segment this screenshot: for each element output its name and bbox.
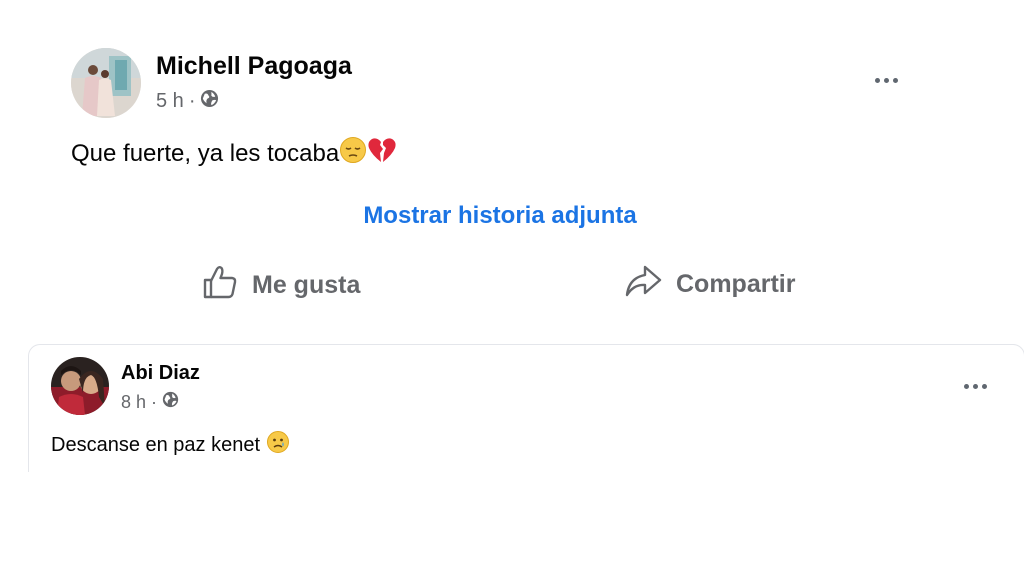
post-text: Que fuerte, ya les tocaba [71, 136, 397, 171]
avatar[interactable] [51, 357, 109, 415]
post-card-michell: Michell Pagoaga 5 h · Que fuerte, ya les… [0, 0, 1024, 330]
globe-icon [162, 391, 179, 413]
pensive-face-icon [339, 136, 367, 171]
post-meta: 5 h · [156, 89, 219, 114]
like-button[interactable]: Me gusta [202, 264, 360, 307]
more-options-icon[interactable] [958, 378, 993, 395]
author-name[interactable]: Abi Diaz [121, 362, 200, 385]
page-background [0, 472, 1024, 576]
post-meta: 8 h · [121, 391, 179, 413]
share-label: Compartir [676, 270, 796, 298]
share-arrow-icon [624, 264, 662, 305]
post-body: Descanse en paz kenet [51, 433, 261, 456]
share-button[interactable]: Compartir [624, 264, 795, 305]
avatar[interactable] [71, 48, 141, 118]
like-label: Me gusta [252, 271, 361, 299]
more-options-icon[interactable] [869, 72, 904, 89]
sad-tear-face-icon [266, 430, 290, 460]
thumbs-up-icon [202, 264, 238, 307]
post-body: Que fuerte, ya les tocaba [71, 139, 340, 167]
post-text: Descanse en paz kenet [51, 430, 290, 460]
show-story-link[interactable]: Mostrar historia adjunta [0, 202, 1000, 230]
broken-heart-icon [367, 136, 397, 171]
post-time[interactable]: 8 h [121, 392, 146, 413]
globe-icon [200, 89, 219, 114]
meta-separator: · [188, 90, 196, 112]
author-name[interactable]: Michell Pagoaga [156, 52, 352, 81]
post-time[interactable]: 5 h [156, 90, 184, 113]
meta-separator: · [151, 391, 158, 412]
